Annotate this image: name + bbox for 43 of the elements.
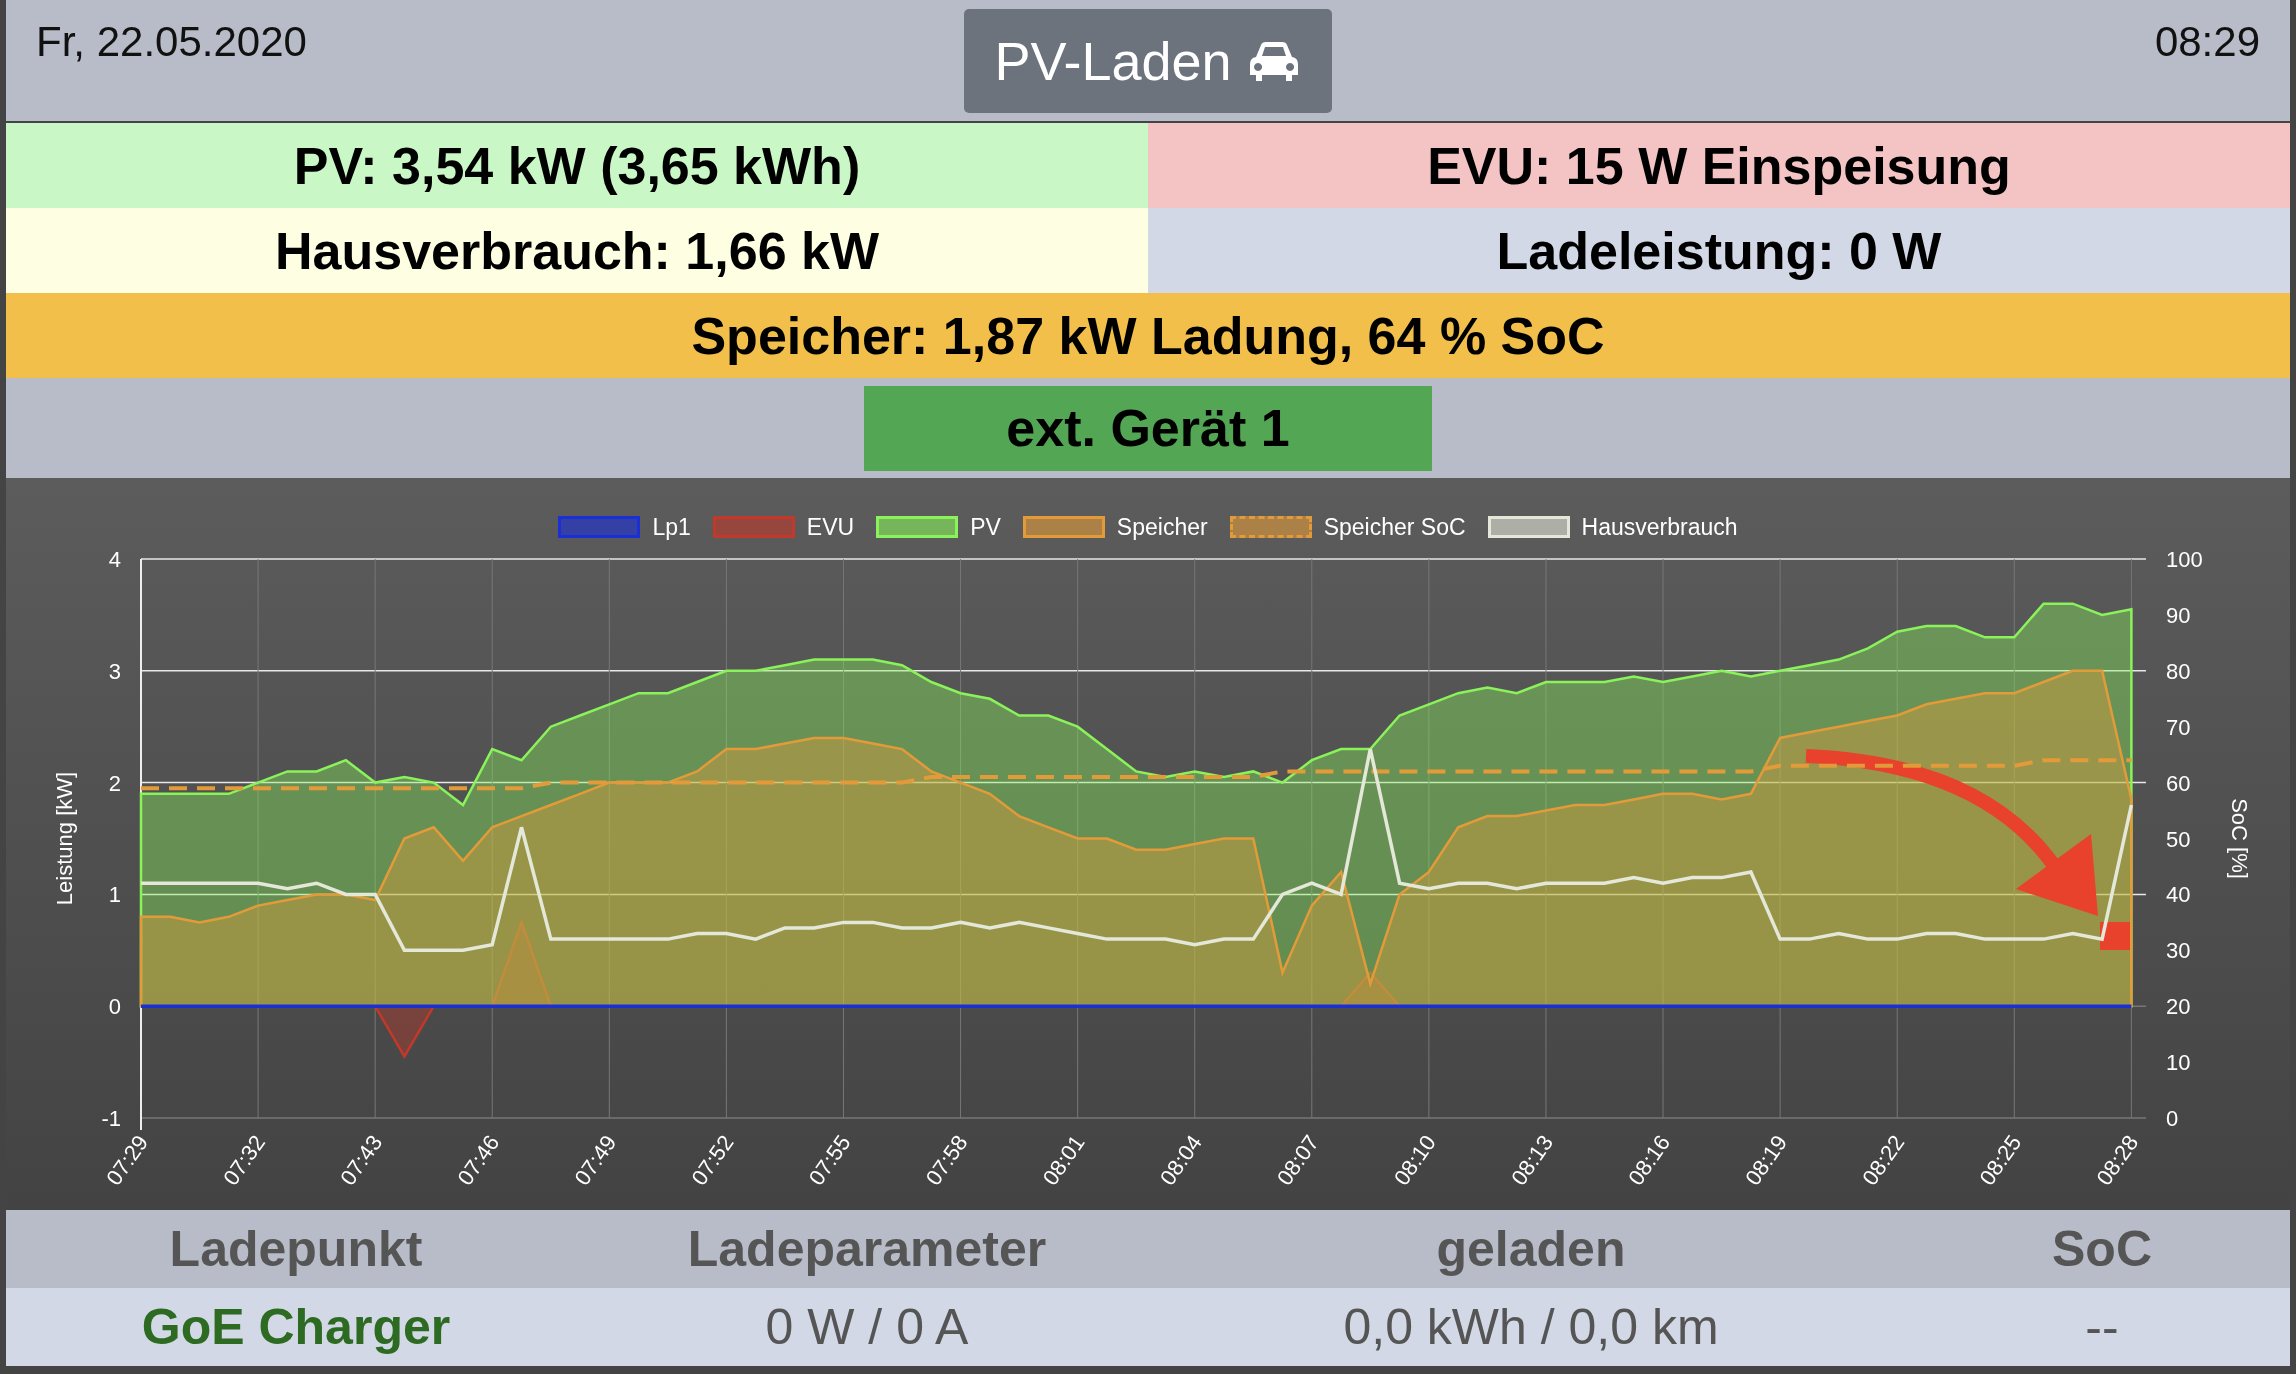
column-header: SoC: [2051, 1220, 2153, 1278]
mode-button[interactable]: PV-Laden: [964, 9, 1332, 113]
legend-item[interactable]: Lp1: [558, 513, 691, 541]
status-field: Speicher: 1,87 kW Ladung, 64 % SoC: [6, 293, 2290, 378]
y-tick-label: 70: [2166, 714, 2191, 740]
column-header: geladen: [1435, 1220, 1627, 1278]
y-axis-title: Leistung [kW]: [52, 771, 77, 906]
y-tick-label: 50: [2166, 826, 2191, 852]
y-tick-label: 80: [2166, 658, 2191, 684]
table-cell-text: --: [2084, 1298, 2120, 1356]
column-header: Ladepunkt: [168, 1220, 424, 1278]
y-tick-label: 90: [2166, 602, 2191, 628]
legend-item[interactable]: Speicher: [1022, 513, 1208, 541]
status-field: EVU: 15 W Einspeisung: [1148, 123, 2290, 208]
y-tick-label: 3: [108, 658, 121, 684]
y-tick-label: -1: [101, 1106, 121, 1131]
y-tick-label: 4: [108, 547, 121, 572]
legend-item[interactable]: Speicher SoC: [1229, 513, 1466, 541]
legend-item[interactable]: EVU: [712, 513, 855, 541]
y-axis-title: SoC [%]: [2227, 798, 2252, 879]
date-label: Fr, 22.05.2020: [35, 17, 307, 66]
annotation-marker: [2100, 922, 2130, 950]
y-tick-label: 1: [108, 882, 121, 908]
table-cell-text: 0,0 kWh / 0,0 km: [1342, 1298, 1720, 1356]
clock-label: 08:29: [2154, 17, 2261, 66]
status-field: Ladeleistung: 0 W: [1148, 208, 2290, 293]
y-tick-label: 0: [108, 994, 121, 1020]
status-field: Hausverbrauch: 1,66 kW: [6, 208, 1148, 293]
column-header: Ladeparameter: [686, 1220, 1048, 1278]
y-tick-label: 2: [108, 770, 121, 796]
legend-item[interactable]: PV: [876, 513, 1001, 541]
y-tick-label: 20: [2166, 994, 2191, 1020]
status-field: PV: 3,54 kW (3,65 kWh): [6, 123, 1148, 208]
y-tick-label: 10: [2166, 1050, 2191, 1076]
device-button[interactable]: ext. Gerät 1: [864, 385, 1432, 471]
y-tick-label: 0: [2166, 1106, 2179, 1131]
y-tick-label: 40: [2166, 882, 2191, 908]
y-tick-label: 60: [2166, 770, 2191, 796]
y-tick-label: 100: [2166, 547, 2203, 572]
y-tick-label: 30: [2166, 938, 2191, 964]
table-cell-text: GoE Charger: [140, 1298, 452, 1356]
table-cell-text: 0 W / 0 A: [764, 1298, 970, 1356]
legend-item[interactable]: Hausverbrauch: [1487, 513, 1738, 541]
